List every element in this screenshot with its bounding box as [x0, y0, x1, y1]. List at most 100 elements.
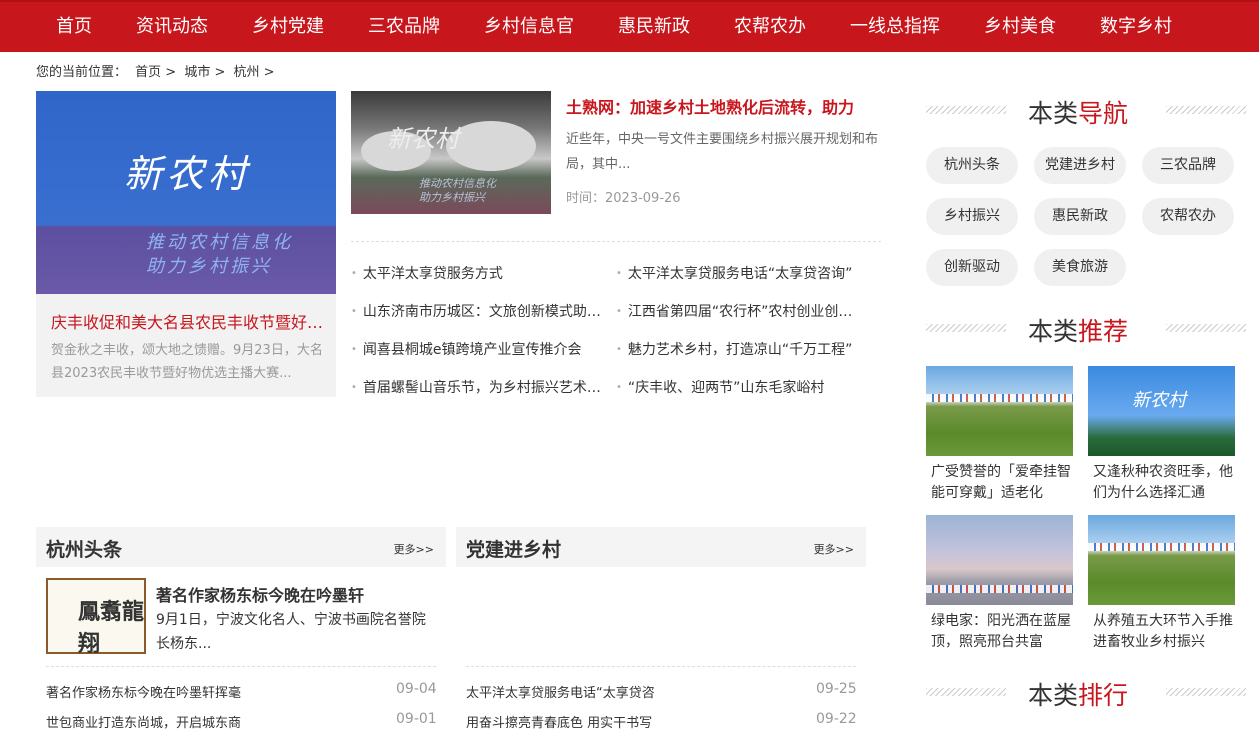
- stripes-decoration: [1166, 688, 1246, 696]
- more-link[interactable]: 更多>>: [814, 541, 854, 557]
- tag-button[interactable]: 惠民新政: [1034, 198, 1126, 235]
- tag-button[interactable]: 党建进乡村: [1034, 147, 1126, 184]
- rec-image[interactable]: [1088, 515, 1235, 605]
- head-prefix: 本类: [1028, 99, 1079, 128]
- hz-headline-desc: 9月1日，宁波文化名人、宁波书画院名誉院长杨东...: [156, 612, 426, 652]
- nav-policy[interactable]: 惠民新政: [596, 2, 712, 52]
- divider: [46, 666, 436, 667]
- list-item[interactable]: 江西省第四届“农行杯”农村创业创新大赛: [616, 301, 866, 321]
- feature-card[interactable]: 新农村 推动农村信息化 助力乡村振兴 庆丰收促和美大名县农民丰收节暨好物优选主播…: [36, 91, 336, 397]
- feature2-image[interactable]: 新农村 推动农村信息化 助力乡村振兴: [351, 91, 551, 214]
- feature2-desc: 近些年，中央一号文件主要围绕乡村振兴展开规划和布局，其中...: [566, 132, 879, 172]
- list-item[interactable]: 太平洋太享贷服务方式: [351, 263, 601, 283]
- list-item[interactable]: 用奋斗擦亮青春底色 用实干书写: [466, 712, 652, 731]
- rec-image[interactable]: 新农村: [1088, 366, 1235, 456]
- divider: [466, 666, 856, 667]
- sidebar-rank-title: 本类排行: [1028, 676, 1128, 712]
- sidebar-nav-head: 本类导航: [926, 92, 1246, 132]
- breadcrumb-hangzhou[interactable]: 杭州 >: [234, 65, 275, 80]
- more-link[interactable]: 更多>>: [394, 541, 434, 557]
- rec-title[interactable]: 绿电家：阳光洒在蓝屋顶，照亮邢台共富: [926, 611, 1073, 653]
- tag-button[interactable]: 三农品牌: [1142, 147, 1234, 184]
- list-date: 09-01: [396, 711, 437, 727]
- list-date: 09-25: [816, 681, 857, 697]
- head-prefix: 本类: [1028, 317, 1079, 346]
- list-item[interactable]: 首届螺髻山音乐节，为乡村振兴艺术赋能: [351, 377, 601, 397]
- rec-title[interactable]: 又逢秋种农资旺季，他们为什么选择汇通: [1088, 462, 1235, 504]
- feature-image-slogan-2: 助力乡村振兴: [146, 256, 272, 277]
- hz-headline-title[interactable]: 著名作家杨东标今晚在吟墨轩: [156, 582, 364, 606]
- rec-image[interactable]: [926, 366, 1073, 456]
- feature-desc: 贺金秋之丰收，颂大地之馈赠。9月23日，大名县2023农民丰收节暨好物优选主播大…: [51, 343, 323, 381]
- rec-title[interactable]: 从养殖五大环节入手推进畜牧业乡村振兴: [1088, 611, 1235, 653]
- breadcrumb-city[interactable]: 城市 >: [184, 65, 225, 80]
- feature2-image-title: 新农村: [387, 125, 459, 153]
- head-prefix: 本类: [1028, 681, 1079, 710]
- breadcrumb: 您的当前位置： 首页 > 城市 > 杭州 >: [36, 61, 279, 80]
- sidebar-nav-title: 本类导航: [1028, 94, 1128, 130]
- nav-brand[interactable]: 三农品牌: [346, 2, 462, 52]
- divider: [351, 241, 881, 242]
- breadcrumb-home[interactable]: 首页 >: [135, 65, 176, 80]
- sidebar-rec-title: 本类推荐: [1028, 312, 1128, 348]
- feature-title[interactable]: 庆丰收促和美大名县农民丰收节暨好物优选主播大赛: [51, 309, 326, 333]
- tag-button[interactable]: 杭州头条: [926, 147, 1018, 184]
- stripes-decoration: [1166, 106, 1246, 114]
- list-item[interactable]: 太平洋太享贷服务电话“太享贷咨询”: [616, 263, 866, 283]
- nav-info-officer[interactable]: 乡村信息官: [462, 2, 596, 52]
- list-item[interactable]: 闻喜县桐城e镇跨境产业宣传推介会: [351, 339, 601, 359]
- rec-card[interactable]: 绿电家：阳光洒在蓝屋顶，照亮邢台共富: [926, 515, 1073, 653]
- list-item[interactable]: 太平洋太享贷服务电话“太享贷咨: [466, 682, 655, 701]
- seal-mark: [58, 596, 68, 636]
- rock-shape: [446, 121, 536, 171]
- tag-button[interactable]: 创新驱动: [926, 249, 1018, 286]
- section-title: 杭州头条: [46, 539, 123, 561]
- feature2-image-slogan-1: 推动农村信息化: [419, 177, 496, 190]
- feature-image[interactable]: 新农村 推动农村信息化 助力乡村振兴: [36, 91, 336, 294]
- section-title: 党建进乡村: [466, 539, 562, 561]
- rec-card[interactable]: 从养殖五大环节入手推进畜牧业乡村振兴: [1088, 515, 1235, 653]
- tag-button[interactable]: 乡村振兴: [926, 198, 1018, 235]
- head-accent: 导航: [1078, 99, 1129, 128]
- section-party: 党建进乡村 更多>>: [456, 527, 866, 567]
- list-item[interactable]: 世包商业打造东尚城，开启城东商: [46, 712, 241, 731]
- calligraphy-image[interactable]: 鳳翥龍翔: [46, 578, 146, 657]
- stripes-decoration: [926, 688, 1006, 696]
- feature2-title[interactable]: 土熟网：加速乡村土地熟化后流转，助力: [566, 94, 854, 118]
- feature-image-slogan-1: 推动农村信息化: [146, 232, 293, 253]
- houses-decoration: [1088, 543, 1235, 551]
- head-accent: 推荐: [1078, 317, 1129, 346]
- rec-card[interactable]: 广受赞誉的「爱牵挂智能可穿戴」适老化: [926, 366, 1073, 504]
- stripes-decoration: [1166, 324, 1246, 332]
- feature-image-title: 新农村: [124, 152, 251, 196]
- list-item[interactable]: “庆丰收、迎两节”山东毛家峪村: [616, 377, 866, 397]
- list-item[interactable]: 著名作家杨东标今晚在吟墨轩挥毫: [46, 682, 241, 701]
- nav-farm-help[interactable]: 农帮农办: [712, 2, 828, 52]
- feature-image-slogan: 推动农村信息化 助力乡村振兴: [146, 231, 293, 279]
- list-date: 09-22: [816, 711, 857, 727]
- nav-food[interactable]: 乡村美食: [962, 2, 1078, 52]
- list-item[interactable]: 山东济南市历城区：文旅创新模式助力乡村振兴: [351, 301, 601, 321]
- top-nav: 首页 资讯动态 乡村党建 三农品牌 乡村信息官 惠民新政 农帮农办 一线总指挥 …: [0, 0, 1259, 52]
- calligraphy-text: 鳳翥龍翔: [78, 599, 145, 657]
- nav-news[interactable]: 资讯动态: [114, 2, 230, 52]
- sidebar-rec-head: 本类推荐: [926, 310, 1246, 350]
- list-date: 09-04: [396, 681, 437, 697]
- nav-digital[interactable]: 数字乡村: [1078, 2, 1194, 52]
- feature2-time: 时间：2023-09-26: [566, 191, 681, 206]
- nav-party[interactable]: 乡村党建: [230, 2, 346, 52]
- list-item[interactable]: 魅力艺术乡村，打造凉山“千万工程”: [616, 339, 866, 359]
- nav-commander[interactable]: 一线总指挥: [828, 2, 962, 52]
- houses-decoration: [926, 394, 1073, 402]
- head-accent: 排行: [1078, 681, 1129, 710]
- stripes-decoration: [926, 106, 1006, 114]
- rec-title[interactable]: 广受赞誉的「爱牵挂智能可穿戴」适老化: [926, 462, 1073, 504]
- nav-home[interactable]: 首页: [0, 2, 114, 52]
- section-hangzhou: 杭州头条 更多>>: [36, 527, 446, 567]
- rec-image-title: 新农村: [1132, 390, 1186, 411]
- sidebar-rank-head: 本类排行: [926, 674, 1246, 714]
- rec-image[interactable]: [926, 515, 1073, 605]
- tag-button[interactable]: 农帮农办: [1142, 198, 1234, 235]
- tag-button[interactable]: 美食旅游: [1034, 249, 1126, 286]
- rec-card[interactable]: 新农村 又逢秋种农资旺季，他们为什么选择汇通: [1088, 366, 1235, 504]
